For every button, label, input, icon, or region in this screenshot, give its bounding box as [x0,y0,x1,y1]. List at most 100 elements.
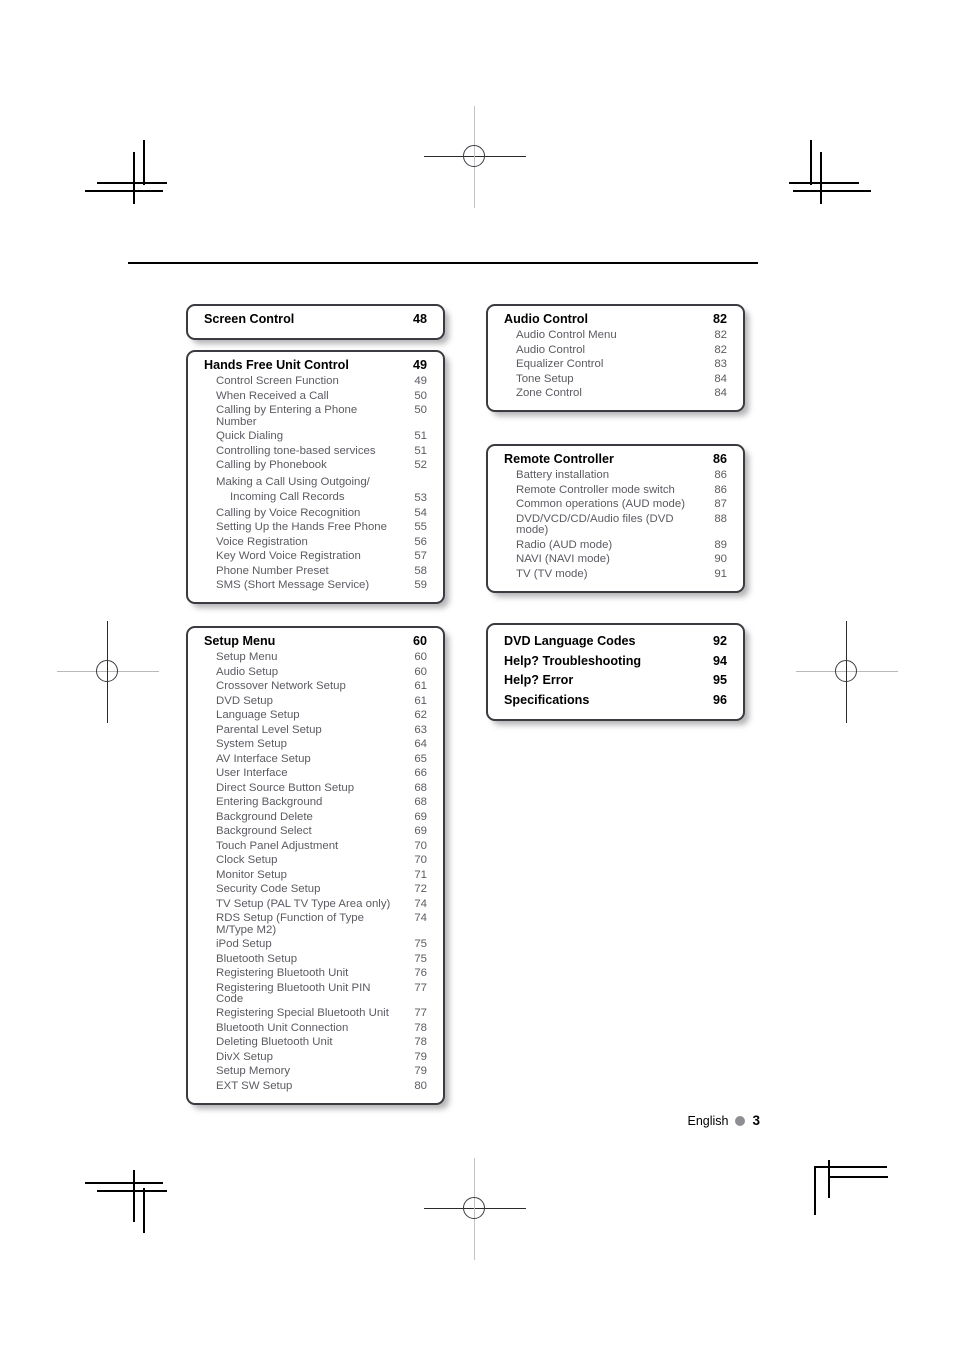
crop-mark-top-right-vertical-outer [820,152,822,204]
toc-entry[interactable]: Battery installation 86 [504,469,727,484]
toc-entry[interactable]: Parental Level Setup 63 [204,723,427,738]
toc-section-header[interactable]: Setup Menu 60 [204,635,427,651]
toc-entry[interactable]: System Setup 64 [204,738,427,753]
toc-entry[interactable]: Entering Background 68 [204,796,427,811]
toc-entry[interactable]: Radio (AUD mode) 89 [504,538,727,553]
toc-entry[interactable]: AV Interface Setup 65 [204,752,427,767]
toc-entry[interactable]: TV Setup (PAL TV Type Area only) 74 [204,897,427,912]
toc-entry[interactable]: Controlling tone-based services 51 [204,444,427,459]
toc-entry[interactable]: Quick Dialing 51 [204,430,427,445]
toc-box-remote-controller[interactable]: Remote Controller 86 Battery installation 8… [486,444,745,593]
toc-entry[interactable]: RDS Setup (Function of Type M/Type M2) 74 [204,912,427,938]
toc-entry-page-number: 60 [414,651,427,664]
toc-entry[interactable]: Making a Call Using Outgoing/Incoming Ca… [204,473,427,506]
toc-section-page-number: 49 [412,358,427,372]
toc-entry[interactable]: Audio Control 82 [504,343,727,358]
toc-bold-entry-label: Specifications [504,692,590,707]
toc-section-header[interactable]: Screen Control 48 [204,313,427,329]
toc-entry-label: Registering Bluetooth Unit [216,967,349,980]
toc-bold-entry[interactable]: Specifications 96 [504,690,727,709]
toc-entry-page-number: 78 [414,1036,427,1049]
toc-entry[interactable]: Voice Registration 56 [204,535,427,550]
toc-entry-page-number: 79 [414,1050,427,1063]
toc-entry-label: Monitor Setup [216,868,287,881]
toc-entry-label: Bluetooth Setup [216,952,298,965]
toc-entry[interactable]: Setting Up the Hands Free Phone 55 [204,521,427,536]
toc-entry[interactable]: Control Screen Function 49 [204,375,427,390]
registration-mark-bottom [424,1158,526,1260]
toc-entry[interactable]: Bluetooth Setup 75 [204,952,427,967]
toc-entry[interactable]: TV (TV mode) 91 [504,567,727,582]
toc-entry[interactable]: User Interface 66 [204,767,427,782]
toc-entry-page-number: 89 [714,538,727,551]
toc-entry[interactable]: Audio Control Menu 82 [504,329,727,344]
toc-entry[interactable]: Audio Setup 60 [204,665,427,680]
toc-entry[interactable]: Clock Setup 70 [204,854,427,869]
toc-bold-entry[interactable]: Help? Troubleshooting 94 [504,651,727,670]
toc-entry-page-number: 61 [414,680,427,693]
toc-entry-page-number: 51 [414,444,427,457]
toc-section-title: Screen Control [204,312,295,326]
toc-entry[interactable]: NAVI (NAVI mode) 90 [504,553,727,568]
toc-entry[interactable]: SMS (Short Message Service) 59 [204,579,427,594]
toc-entry[interactable]: DivX Setup 79 [204,1050,427,1065]
toc-entry-page-number: 79 [414,1065,427,1078]
toc-entry[interactable]: Deleting Bluetooth Unit 78 [204,1036,427,1051]
toc-entry-page-number: 86 [714,483,727,496]
toc-entry[interactable]: When Received a Call 50 [204,389,427,404]
toc-entry[interactable]: Calling by Voice Recognition 54 [204,506,427,521]
toc-box-appendix[interactable]: DVD Language Codes 92 Help? Troubleshootin… [486,623,745,721]
toc-section-header[interactable]: Remote Controller 86 [504,453,727,469]
toc-entry-label: User Interface [216,767,288,780]
toc-entry[interactable]: EXT SW Setup 80 [204,1079,427,1094]
toc-entry[interactable]: Calling by Entering a Phone Number 50 [204,404,427,430]
toc-entry[interactable]: Setup Menu 60 [204,651,427,666]
toc-entry[interactable]: Equalizer Control 83 [504,358,727,373]
toc-entry[interactable]: Remote Controller mode switch 86 [504,483,727,498]
toc-entry[interactable]: Setup Memory 79 [204,1065,427,1080]
toc-entry-label: EXT SW Setup [216,1079,293,1092]
toc-entry-label: SMS (Short Message Service) [216,579,370,592]
toc-entry-label-line2: Incoming Call Records [230,490,345,503]
toc-section-header[interactable]: Audio Control 82 [504,313,727,329]
registration-mark-top-circle [463,145,485,167]
toc-entry[interactable]: Security Code Setup 72 [204,883,427,898]
crop-mark-top-right-horizontal-inner [789,182,859,184]
toc-entry[interactable]: DVD Setup 61 [204,694,427,709]
toc-entry[interactable]: Zone Control 84 [504,387,727,402]
toc-entry-label: Calling by Entering a Phone Number [216,404,358,428]
toc-entry-label: Clock Setup [216,854,278,867]
toc-entry-page-number: 66 [414,767,427,780]
toc-box-screen-control[interactable]: Screen Control 48 [186,304,445,340]
toc-entry[interactable]: Calling by Phonebook 52 [204,459,427,474]
toc-entry[interactable]: Registering Bluetooth Unit PIN Code 77 [204,981,427,1007]
toc-entry[interactable]: Language Setup 62 [204,709,427,724]
toc-bold-entry[interactable]: DVD Language Codes 92 [504,632,727,651]
toc-entry[interactable]: Common operations (AUD mode) 87 [504,498,727,513]
toc-entry[interactable]: Monitor Setup 71 [204,868,427,883]
toc-entry[interactable]: Tone Setup 84 [504,372,727,387]
toc-entry[interactable]: Touch Panel Adjustment 70 [204,839,427,854]
toc-entry[interactable]: DVD/VCD/CD/Audio files (DVD mode) 88 [504,512,727,538]
registration-mark-right [796,621,898,723]
footer-page-number: 3 [752,1113,760,1128]
toc-entry-page-number: 63 [414,723,427,736]
toc-box-hands-free-unit-control[interactable]: Hands Free Unit Control 49 Control Screen … [186,350,445,605]
toc-entry-label: Quick Dialing [216,430,284,443]
crop-mark-bottom-left-vertical-inner [143,1188,145,1233]
toc-entry[interactable]: Registering Bluetooth Unit 76 [204,967,427,982]
toc-box-setup-menu[interactable]: Setup Menu 60 Setup Menu 60 Audio Setup 60 Cro… [186,626,445,1105]
toc-section-header[interactable]: Hands Free Unit Control 49 [204,359,427,375]
toc-bold-entry[interactable]: Help? Error 95 [504,671,727,690]
toc-entry[interactable]: iPod Setup 75 [204,938,427,953]
toc-entry-page-number: 76 [414,967,427,980]
toc-entry[interactable]: Bluetooth Unit Connection 78 [204,1021,427,1036]
toc-entry[interactable]: Direct Source Button Setup 68 [204,781,427,796]
toc-entry[interactable]: Background Select 69 [204,825,427,840]
toc-box-audio-control[interactable]: Audio Control 82 Audio Control Menu 82 Audio… [486,304,745,413]
toc-entry[interactable]: Crossover Network Setup 61 [204,680,427,695]
toc-entry[interactable]: Background Delete 69 [204,810,427,825]
toc-entry[interactable]: Key Word Voice Registration 57 [204,550,427,565]
toc-entry[interactable]: Phone Number Preset 58 [204,564,427,579]
toc-entry[interactable]: Registering Special Bluetooth Unit 77 [204,1007,427,1022]
